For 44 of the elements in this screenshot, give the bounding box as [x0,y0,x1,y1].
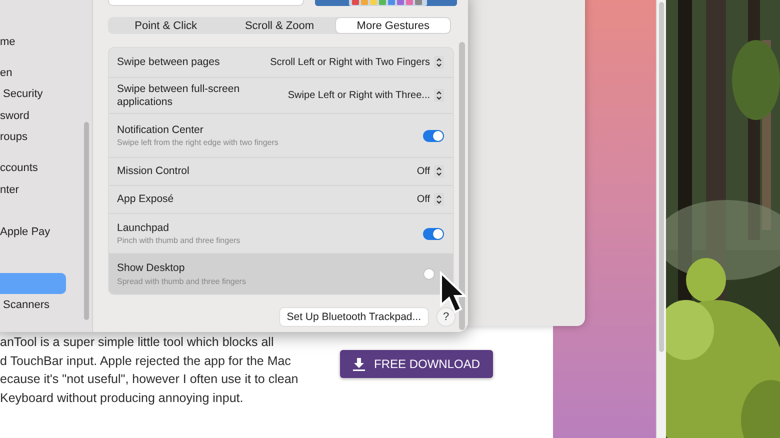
setting-title: Swipe between full-screen applications [117,83,241,108]
paragraph-line: d TouchBar input. Apple rejected the app for the Mac [0,354,292,368]
setup-trackpad-button[interactable]: Set Up Bluetooth Trackpad... [280,308,428,326]
sidebar-item[interactable]: nter [0,179,66,200]
chevron-updown-icon [434,193,444,206]
popup-menu[interactable]: Off [416,165,444,178]
setting-description: Swipe left from the right edge with two fingers [117,138,278,148]
scrollbar-thumb[interactable] [84,122,89,320]
paragraph-line: ecause it's "not useful", however I often use it to clean [0,373,298,386]
toggle-switch[interactable] [423,228,444,240]
scrollbar-thumb[interactable] [459,42,465,330]
popup-menu[interactable]: Off [416,193,444,206]
tab[interactable]: Point & Click [109,18,223,33]
setting-title: Swipe between pages [117,56,220,69]
tab[interactable]: Scroll & Zoom [222,18,336,33]
help-button[interactable]: ? [437,308,455,326]
sidebar-item[interactable]: Scanners [0,294,66,315]
paragraph-line: anTool is a super simple little tool which blocks all [0,336,275,350]
setting-title: Mission Control [117,165,190,178]
setting-title: App Exposé [117,193,174,206]
popup-menu[interactable]: Scroll Left or Right with Two Fingers [270,56,444,69]
sidebar-item[interactable]: sword [0,105,66,126]
popup-menu[interactable]: Swipe Left or Right with Three... [288,89,444,102]
download-icon [352,358,365,370]
sidebar-item[interactable]: me [0,31,66,52]
toggle-switch[interactable] [423,130,444,142]
chevron-updown-icon [434,89,444,102]
setting-title: Notification Center [117,124,204,136]
paragraph-line: Keyboard without producing annoying input. [0,392,244,405]
tab[interactable]: More Gestures [336,18,450,33]
download-button[interactable]: FREE DOWNLOAD [340,350,493,378]
setting-description: Pinch with thumb and three fingers [117,236,240,246]
sidebar-item[interactable]: roups [0,126,66,147]
sidebar-item[interactable]: Security [0,83,66,104]
chevron-updown-icon [434,165,444,178]
setting-description: Spread with thumb and three fingers [117,276,246,286]
sidebar-item[interactable]: ccounts [0,157,66,178]
sidebar-item[interactable] [0,273,66,294]
setting-title: Launchpad [117,222,169,234]
sidebar-item[interactable]: en [0,62,66,83]
sidebar-item[interactable]: Apple Pay [0,221,66,242]
scrollbar-thumb[interactable] [659,2,664,352]
chevron-updown-icon [434,56,444,69]
setting-title: Show Desktop [117,262,185,275]
